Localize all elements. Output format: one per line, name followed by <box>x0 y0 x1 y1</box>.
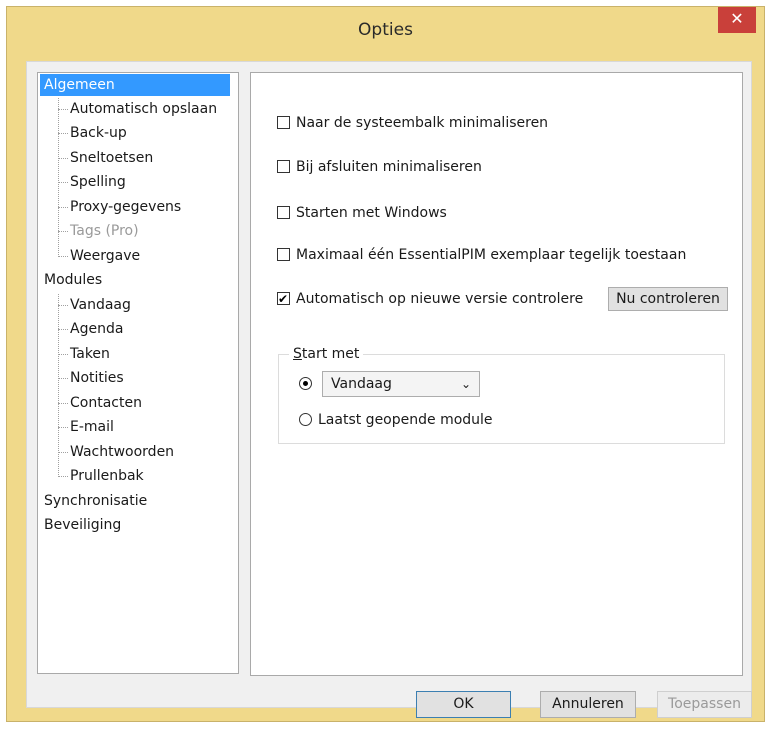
check-now-button[interactable]: Nu controleren <box>608 287 728 311</box>
radio-button-selected[interactable] <box>299 376 312 390</box>
tree-item-prullenbak[interactable]: Prullenbak <box>70 465 144 487</box>
radio-last-opened-module[interactable]: Laatst geopende module <box>299 409 493 431</box>
tree-item-agenda[interactable]: Agenda <box>70 318 123 340</box>
checkbox[interactable] <box>277 205 290 219</box>
tree-item-tags-pro: Tags (Pro) <box>70 223 139 239</box>
tree-item-beveiliging[interactable]: Beveiliging <box>40 514 125 536</box>
tree-item-weergave[interactable]: Weergave <box>70 245 140 267</box>
tree-connector-lines <box>58 98 59 257</box>
option-label: Maximaal één EssentialPIM exemplaar tege… <box>296 247 687 263</box>
option-label: Automatisch op nieuwe versie controlere <box>296 291 584 307</box>
checkbox[interactable] <box>277 247 290 261</box>
radio-start-module[interactable] <box>299 373 318 395</box>
tree-item-wachtwoorden[interactable]: Wachtwoorden <box>70 441 174 463</box>
start-with-legend: Start met <box>289 345 364 363</box>
general-options-panel: Naar de systeembalk minimaliseren Bij af… <box>250 72 743 676</box>
close-icon: ✕ <box>730 9 744 28</box>
checkbox-checked[interactable] <box>277 289 290 309</box>
option-minimize-on-close[interactable]: Bij afsluiten minimaliseren <box>277 157 482 177</box>
option-label: Naar de systeembalk minimaliseren <box>296 115 549 131</box>
tree-item-sneltoetsen[interactable]: Sneltoetsen <box>70 147 153 169</box>
tree-item-modules[interactable]: Modules <box>40 269 106 291</box>
option-start-with-windows[interactable]: Starten met Windows <box>277 203 447 223</box>
option-auto-update-check[interactable]: Automatisch op nieuwe versie controlere <box>277 289 583 309</box>
tree-connector-lines <box>58 294 59 477</box>
title-bar[interactable]: Opties ✕ <box>7 7 764 59</box>
tree-item-e-mail[interactable]: E-mail <box>70 416 114 438</box>
dialog-client-area: Algemeen Automatisch opslaan Back-up Sne… <box>26 61 752 718</box>
tree-item-back-up[interactable]: Back-up <box>70 122 127 144</box>
tree-item-synchronisatie[interactable]: Synchronisatie <box>40 490 151 512</box>
option-label: Bij afsluiten minimaliseren <box>296 159 482 175</box>
tree-item-algemeen[interactable]: Algemeen <box>40 74 230 96</box>
start-module-select[interactable]: Vandaag ⌄ <box>322 371 480 397</box>
radio-label: Laatst geopende module <box>318 412 493 428</box>
radio-button[interactable] <box>299 412 312 426</box>
tree-item-notities[interactable]: Notities <box>70 367 124 389</box>
category-tree[interactable]: Algemeen Automatisch opslaan Back-up Sne… <box>37 72 239 674</box>
tree-item-vandaag[interactable]: Vandaag <box>70 294 131 316</box>
window-title: Opties <box>358 20 413 40</box>
tree-item-taken[interactable]: Taken <box>70 343 110 365</box>
tree-item-contacten[interactable]: Contacten <box>70 392 142 414</box>
cancel-button[interactable]: Annuleren <box>540 691 636 718</box>
option-minimize-to-tray[interactable]: Naar de systeembalk minimaliseren <box>277 113 548 133</box>
tree-item-automatisch-opslaan[interactable]: Automatisch opslaan <box>70 98 217 120</box>
close-button[interactable]: ✕ <box>718 7 756 33</box>
options-dialog: Opties ✕ Algemeen Automatisch opslaan Ba… <box>6 6 765 722</box>
tree-item-spelling[interactable]: Spelling <box>70 171 126 193</box>
checkbox[interactable] <box>277 115 290 129</box>
ok-button[interactable]: OK <box>416 691 511 718</box>
option-single-instance[interactable]: Maximaal één EssentialPIM exemplaar tege… <box>277 245 686 265</box>
apply-button: Toepassen <box>657 691 752 718</box>
tree-item-proxy-gegevens[interactable]: Proxy-gegevens <box>70 196 181 218</box>
option-label: Starten met Windows <box>296 205 447 221</box>
chevron-down-icon: ⌄ <box>460 377 471 391</box>
checkbox[interactable] <box>277 159 290 173</box>
select-value: Vandaag <box>331 376 392 392</box>
